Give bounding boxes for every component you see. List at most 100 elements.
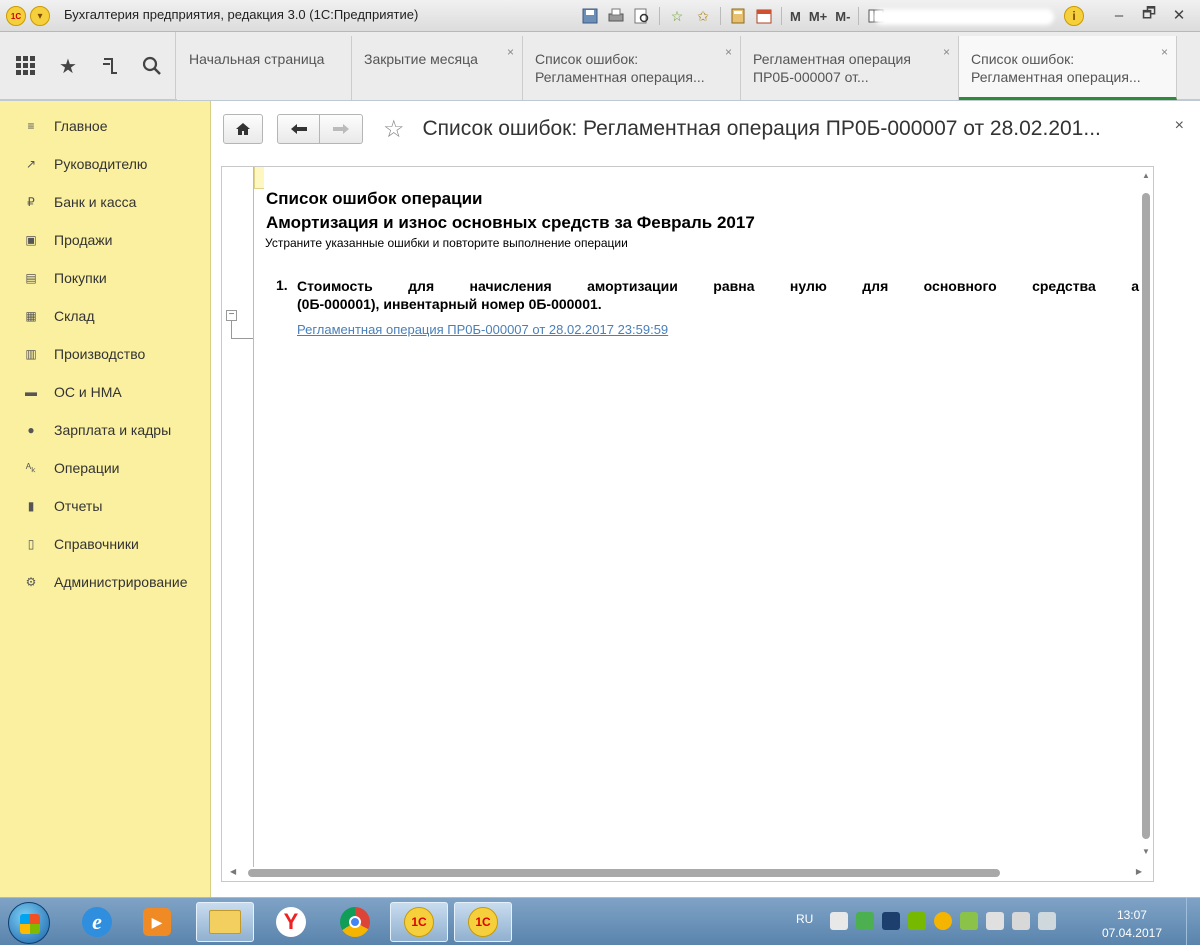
favorites-icon[interactable]: ✩ <box>691 5 715 27</box>
clock-time: 13:07 <box>1116 908 1147 922</box>
error-text: Стоимость для начисления амортизации рав… <box>297 278 1139 294</box>
tray-app-icon[interactable] <box>934 912 952 930</box>
main-menu-icon[interactable]: ▾ <box>30 6 50 26</box>
close-icon[interactable]: × <box>1175 117 1184 135</box>
toolbar-separator <box>781 7 782 25</box>
add-favorite-icon[interactable]: ☆ <box>665 5 689 27</box>
sidebar-item-director[interactable]: ↗ Руководителю <box>0 145 210 183</box>
volume-icon[interactable] <box>1038 912 1056 930</box>
sidebar-item-fixed-assets[interactable]: ▬ ОС и НМА <box>0 373 210 411</box>
system-clock[interactable]: 13:07 07.04.2017 <box>1102 906 1162 942</box>
network-icon[interactable] <box>1012 912 1030 930</box>
all-functions-icon[interactable] <box>14 54 38 78</box>
internet-explorer-icon: e <box>82 907 112 937</box>
scroll-thumb[interactable] <box>248 869 1000 877</box>
tab-month-closing[interactable]: Закрытие месяца × <box>352 36 523 100</box>
ruble-icon: ₽ <box>27 195 35 209</box>
taskbar-yandex[interactable]: Y <box>262 902 320 942</box>
sidebar-item-warehouse[interactable]: ▦ Склад <box>0 297 210 335</box>
sales-bag-icon: ▣ <box>25 233 37 247</box>
sidebar-item-sales[interactable]: ▣ Продажи <box>0 221 210 259</box>
restore-button[interactable]: 🗗 <box>1140 4 1158 26</box>
tab-start-page[interactable]: Начальная страница <box>177 36 352 100</box>
back-button[interactable] <box>277 114 320 144</box>
taskbar-explorer[interactable] <box>196 902 254 942</box>
close-button[interactable]: ✕ <box>1170 4 1188 26</box>
app-logo-icon[interactable]: 1С <box>6 6 26 26</box>
collapse-group-icon[interactable]: − <box>226 310 237 321</box>
scroll-right-icon[interactable]: ▶ <box>1136 867 1142 876</box>
scroll-down-icon[interactable]: ▼ <box>1142 847 1150 856</box>
home-button[interactable] <box>223 114 263 144</box>
sidebar-item-label: Производство <box>54 346 146 362</box>
action-center-icon[interactable] <box>986 912 1004 930</box>
error-text-continued: (0Б-000001), инвентарный номер 0Б-000001… <box>297 296 602 312</box>
sidebar-item-purchases[interactable]: ▤ Покупки <box>0 259 210 297</box>
sidebar-item-catalogs[interactable]: ▯ Справочники <box>0 525 210 563</box>
favorite-star-icon[interactable]: ☆ <box>383 115 405 144</box>
history-nav <box>277 114 363 144</box>
horizontal-scrollbar[interactable]: ◀ ▶ <box>230 867 1142 878</box>
taskbar-media[interactable]: ▶ <box>128 902 186 942</box>
document-hint: Устраните указанные ошибки и повторите в… <box>265 236 628 250</box>
vertical-scrollbar[interactable]: ▲ ▼ <box>1141 171 1151 861</box>
language-indicator[interactable]: RU <box>796 912 813 926</box>
sidebar-item-reports[interactable]: ▮ Отчеты <box>0 487 210 525</box>
start-button[interactable] <box>8 902 50 944</box>
close-icon[interactable]: × <box>507 43 514 61</box>
operation-link[interactable]: Регламентная операция ПР0Б-000007 от 28.… <box>297 322 668 337</box>
close-icon[interactable]: × <box>725 43 732 61</box>
tab-error-list-active[interactable]: Список ошибок: Регламентная операция... … <box>959 36 1177 100</box>
taskbar-1c-active[interactable]: 1С <box>454 902 512 942</box>
navigation-row: ☆ Список ошибок: Регламентная операция П… <box>223 113 1101 145</box>
minimize-button[interactable]: ‒ <box>1110 4 1128 26</box>
sidebar-item-production[interactable]: ▥ Производство <box>0 335 210 373</box>
sidebar-item-operations[interactable]: ᴬₖ Операции <box>0 449 210 487</box>
taskbar-ie[interactable]: e <box>68 902 126 942</box>
tray-app-icon[interactable] <box>856 912 874 930</box>
preview-icon[interactable] <box>630 5 654 27</box>
tray-app-icon[interactable] <box>960 912 978 930</box>
info-icon[interactable]: i <box>1064 6 1084 26</box>
nvidia-icon[interactable] <box>908 912 926 930</box>
tray-app-icon[interactable] <box>882 912 900 930</box>
error-number: 1. <box>276 277 288 293</box>
calculator-icon[interactable] <box>726 5 750 27</box>
search-icon[interactable] <box>140 54 164 78</box>
scroll-left-icon[interactable]: ◀ <box>230 867 236 876</box>
sidebar-item-administration[interactable]: ⚙ Администрирование <box>0 563 210 601</box>
document-subheading: Амортизация и износ основных средств за … <box>266 213 755 232</box>
save-icon[interactable] <box>578 5 602 27</box>
sidebar-item-salary-hr[interactable]: ● Зарплата и кадры <box>0 411 210 449</box>
spreadsheet-document[interactable]: − Список ошибок операции Амортизация и и… <box>221 166 1154 882</box>
sidebar-item-bank-cash[interactable]: ₽ Банк и касса <box>0 183 210 221</box>
factory-icon: ▥ <box>25 347 37 361</box>
tab-error-list-1[interactable]: Список ошибок: Регламентная операция... … <box>523 36 741 100</box>
taskbar-chrome[interactable] <box>326 902 384 942</box>
history-icon[interactable] <box>98 54 122 78</box>
memory-subtract-button[interactable]: M- <box>832 9 853 24</box>
folder-icon <box>209 910 241 934</box>
1c-icon: 1С <box>468 907 498 937</box>
sidebar-item-main[interactable]: ≡ Главное <box>0 107 210 145</box>
calendar-icon[interactable] <box>752 5 776 27</box>
sections-sidebar: ≡ Главное ↗ Руководителю ₽ Банк и касса ▣ Пр… <box>0 101 211 897</box>
favorites-star-icon[interactable]: ★ <box>56 54 80 78</box>
print-icon[interactable] <box>604 5 628 27</box>
operations-icon: ᴬₖ <box>25 461 37 475</box>
taskbar-1c[interactable]: 1С <box>390 902 448 942</box>
tray-app-icon[interactable] <box>830 912 848 930</box>
tab-routine-operation[interactable]: Регламентная операция ПР0Б-000007 от... … <box>741 36 959 100</box>
scroll-up-icon[interactable]: ▲ <box>1142 171 1150 180</box>
show-desktop-button[interactable] <box>1186 898 1200 945</box>
close-icon[interactable]: × <box>943 43 950 61</box>
forward-button[interactable] <box>320 114 363 144</box>
gear-icon: ⚙ <box>25 575 37 589</box>
memory-store-button[interactable]: M <box>787 9 804 24</box>
1c-icon: 1С <box>404 907 434 937</box>
close-icon[interactable]: × <box>1161 43 1168 61</box>
scroll-thumb[interactable] <box>1142 193 1150 839</box>
tab-label: Список ошибок: Регламентная операция... <box>971 51 1141 85</box>
chrome-icon <box>340 907 370 937</box>
memory-add-button[interactable]: M+ <box>806 9 830 24</box>
